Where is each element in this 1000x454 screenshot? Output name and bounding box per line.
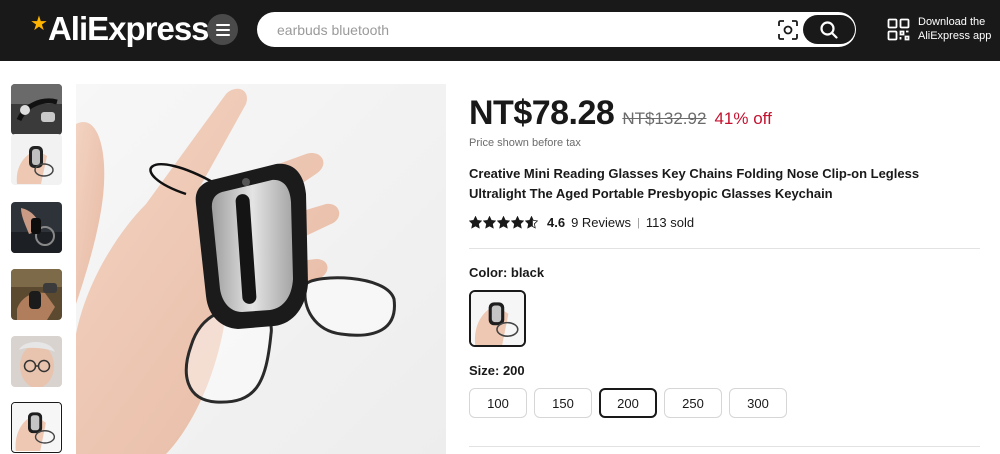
rating-stars xyxy=(469,216,539,229)
thumbnail-image xyxy=(11,134,62,185)
separator: | xyxy=(637,216,640,229)
color-label: Color: black xyxy=(469,265,545,280)
thumbnail-4[interactable] xyxy=(11,269,62,320)
download-app-link[interactable]: Download the AliExpress app xyxy=(887,12,1000,46)
reviews-link[interactable]: 9 Reviews xyxy=(571,215,631,230)
search-input[interactable] xyxy=(277,12,777,47)
app-download-line1: Download the xyxy=(918,16,986,28)
size-option-250[interactable]: 250 xyxy=(664,388,722,418)
thumbnail-image xyxy=(11,84,62,135)
search-icon xyxy=(820,20,838,39)
star-icon xyxy=(483,216,496,229)
aliexpress-logo[interactable]: ★ AliExpress xyxy=(30,8,210,50)
rating-row: 4.6 9 Reviews | 113 sold xyxy=(469,215,694,230)
logo-star-icon: ★ xyxy=(30,12,48,35)
logo-text: AliExpress xyxy=(47,10,210,47)
divider-bottom xyxy=(469,446,980,447)
app-download-line2: AliExpress app xyxy=(918,30,992,42)
size-option-200[interactable]: 200 xyxy=(599,388,657,418)
thumbnail-2[interactable] xyxy=(11,134,62,185)
size-option-150[interactable]: 150 xyxy=(534,388,592,418)
thumbnail-5[interactable] xyxy=(11,336,62,387)
search-bar xyxy=(257,12,856,47)
qr-code-icon xyxy=(887,18,910,40)
thumbnail-1[interactable] xyxy=(11,84,62,135)
image-search-icon xyxy=(778,20,798,40)
thumbnail-image xyxy=(11,336,62,387)
thumbnail-image xyxy=(12,403,60,451)
star-icon xyxy=(525,216,538,229)
size-label: Size: 200 xyxy=(469,363,525,378)
hamburger-menu-icon xyxy=(215,23,230,36)
size-option-300[interactable]: 300 xyxy=(729,388,787,418)
thumbnail-3[interactable] xyxy=(11,202,62,253)
star-icon xyxy=(497,216,510,229)
thumbnail-image xyxy=(11,202,62,253)
size-option-100[interactable]: 100 xyxy=(469,388,527,418)
current-price: NT$78.28 xyxy=(469,94,615,132)
original-price: NT$132.92 xyxy=(622,109,707,128)
discount-badge: 41% off xyxy=(714,109,772,128)
top-header: ★ AliExpress earbuds bluetooth Download … xyxy=(0,0,1000,61)
tax-note: Price shown before tax xyxy=(469,137,581,149)
product-photo xyxy=(76,84,446,454)
star-icon xyxy=(511,216,524,229)
color-option-black[interactable] xyxy=(469,290,526,347)
main-product-image[interactable] xyxy=(76,84,446,454)
rating-score: 4.6 xyxy=(547,215,566,230)
product-title: Creative Mini Reading Glasses Key Chains… xyxy=(469,166,920,201)
star-icon xyxy=(469,216,482,229)
price-row: NT$78.28 NT$132.92 41% off xyxy=(469,94,772,133)
divider xyxy=(469,248,980,249)
search-button[interactable] xyxy=(803,15,855,44)
thumbnail-6-active[interactable] xyxy=(11,402,62,453)
sold-count: 113 sold xyxy=(645,215,695,230)
thumbnail-image xyxy=(11,269,62,320)
color-swatch-image xyxy=(471,292,524,345)
menu-button[interactable] xyxy=(207,14,238,45)
image-search-button[interactable] xyxy=(777,19,799,41)
